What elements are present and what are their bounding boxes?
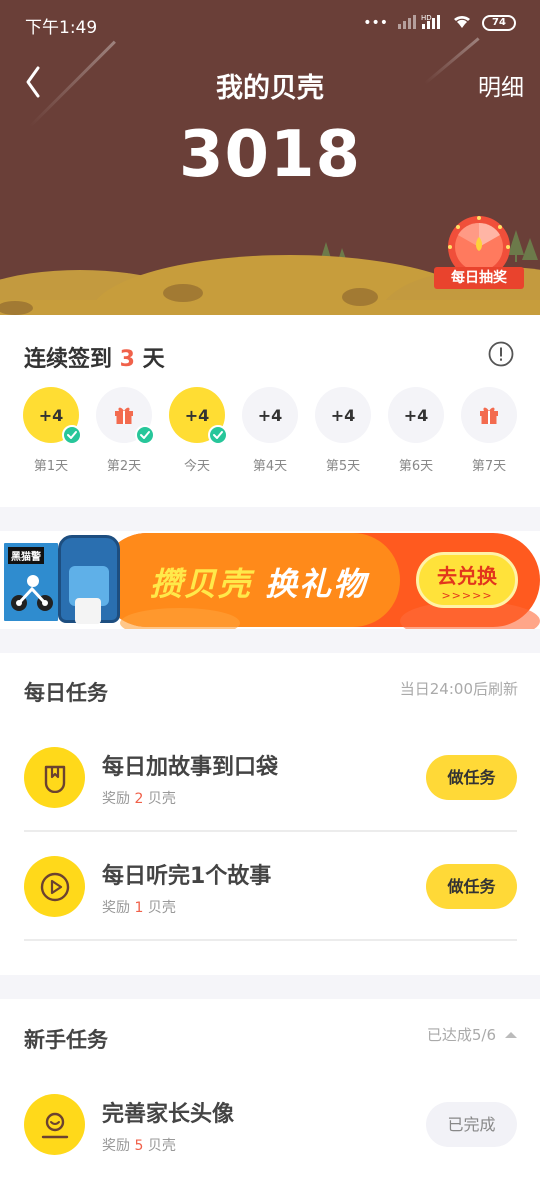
daily-tasks-title: 每日任务 bbox=[24, 681, 108, 705]
checkin-day-circle bbox=[96, 387, 155, 445]
checkin-day-label: 第1天 bbox=[33, 459, 69, 474]
reward-prefix: 奖励 bbox=[102, 791, 135, 807]
exchange-button-label: 去兑换 bbox=[437, 564, 497, 588]
checkin-day-3: +4 今天 bbox=[169, 387, 228, 474]
do-task-button[interactable]: 做任务 bbox=[426, 755, 517, 800]
header: 下午1:49 ••• HD 74 我的贝壳 明细 3018 每日抽奖 bbox=[0, 0, 540, 315]
checkmark-icon bbox=[135, 425, 155, 445]
checkin-day-label: 第7天 bbox=[471, 459, 507, 474]
divider bbox=[24, 939, 517, 941]
task-name: 完善家长头像 bbox=[102, 1102, 235, 1127]
section-gap bbox=[0, 629, 540, 653]
checkmark-icon bbox=[62, 425, 82, 445]
notification-dots-icon: ••• bbox=[363, 15, 388, 31]
checkin-day-6: +4 第6天 bbox=[388, 387, 444, 474]
checkin-day-circle bbox=[461, 387, 517, 443]
checkin-day-circle: +4 bbox=[315, 387, 371, 443]
checkin-day-circle: +4 bbox=[388, 387, 444, 443]
lottery-label: 每日抽奖 bbox=[434, 267, 524, 289]
chevron-up-icon bbox=[505, 1031, 517, 1038]
cube-toy-image bbox=[75, 598, 101, 624]
status-bar: 下午1:49 ••• HD 74 bbox=[0, 0, 540, 48]
newbie-progress: 已达成5/6 bbox=[426, 1026, 496, 1044]
checkin-day-circle: +4 bbox=[23, 387, 82, 445]
svg-text:HD: HD bbox=[421, 14, 432, 22]
newbie-tasks-title: 新手任务 bbox=[24, 1028, 108, 1052]
battery-icon: 74 bbox=[482, 15, 516, 31]
divider bbox=[24, 830, 517, 832]
reward-prefix: 奖励 bbox=[102, 900, 135, 916]
banner-slogan: 攒贝壳 换礼物 bbox=[150, 559, 367, 605]
detail-link[interactable]: 明细 bbox=[478, 68, 524, 102]
status-time: 下午1:49 bbox=[25, 18, 98, 38]
task-name: 每日听完1个故事 bbox=[102, 864, 272, 889]
task-reward: 奖励 2 贝壳 bbox=[102, 788, 176, 808]
checkin-day-7: 第7天 bbox=[461, 387, 517, 474]
checkin-day-points: +4 bbox=[257, 405, 283, 425]
info-icon bbox=[488, 341, 514, 367]
reward-suffix: 贝壳 bbox=[143, 900, 176, 916]
exchange-button[interactable]: 去兑换 >>>>> bbox=[416, 552, 518, 608]
banner-text-2: 换礼物 bbox=[265, 565, 368, 603]
task-listen-story: 每日听完1个故事 奖励 1 贝壳 做任务 bbox=[24, 839, 517, 947]
book-stack-image: 黑猫警 bbox=[2, 541, 60, 623]
checkin-day-2: 第2天 bbox=[96, 387, 155, 474]
checkin-day-points: +4 bbox=[184, 405, 210, 425]
signal-icon: HD bbox=[398, 13, 442, 33]
checkin-day-5: +4 第5天 bbox=[315, 387, 371, 474]
checkin-title-prefix: 连续签到 bbox=[24, 347, 120, 372]
checkin-day-label: 第5天 bbox=[325, 459, 361, 474]
checkin-day-label: 第2天 bbox=[106, 459, 142, 474]
daily-refresh-note: 当日24:00后刷新 bbox=[399, 680, 518, 698]
wifi-icon bbox=[452, 13, 472, 33]
checkin-day-circle: +4 bbox=[242, 387, 298, 443]
play-icon bbox=[24, 856, 85, 917]
daily-lottery-button[interactable]: 每日抽奖 bbox=[430, 215, 528, 293]
checkmark-icon bbox=[208, 425, 228, 445]
checkin-day-circle: +4 bbox=[169, 387, 228, 445]
task-reward: 奖励 5 贝壳 bbox=[102, 1135, 176, 1155]
task-completed-button[interactable]: 已完成 bbox=[426, 1102, 517, 1147]
do-task-button[interactable]: 做任务 bbox=[426, 864, 517, 909]
checkin-days-count: 3 bbox=[119, 347, 135, 372]
checkin-day-1: +4 第1天 bbox=[23, 387, 82, 474]
backpack-image bbox=[58, 535, 120, 624]
banner-text-1: 攒贝壳 bbox=[150, 565, 253, 603]
task-name: 每日加故事到口袋 bbox=[102, 755, 279, 780]
checkin-day-label: 第4天 bbox=[252, 459, 288, 474]
exchange-gift-banner[interactable]: 黑猫警 攒贝壳 换礼物 去兑换 >>>>> bbox=[0, 531, 540, 629]
checkin-day-points: +4 bbox=[38, 405, 64, 425]
checkin-day-label: 今天 bbox=[183, 459, 210, 474]
exchange-arrows: >>>>> bbox=[441, 589, 493, 602]
task-parent-avatar: 完善家长头像 奖励 5 贝壳 已完成 bbox=[24, 1077, 517, 1185]
reward-suffix: 贝壳 bbox=[143, 1138, 176, 1154]
checkin-title: 连续签到 3 天 bbox=[24, 341, 165, 373]
checkin-day-points: +4 bbox=[330, 405, 356, 425]
motorcycle-icon bbox=[11, 575, 53, 611]
checkin-title-suffix: 天 bbox=[134, 347, 165, 372]
shell-score: 3018 bbox=[178, 118, 362, 192]
checkin-day-4: +4 第4天 bbox=[242, 387, 298, 474]
newbie-progress-toggle[interactable]: 已达成5/6 bbox=[427, 1024, 518, 1045]
reward-prefix: 奖励 bbox=[102, 1138, 135, 1154]
checkin-day-label: 第6天 bbox=[398, 459, 434, 474]
section-gap bbox=[0, 975, 540, 999]
pocket-icon bbox=[24, 747, 85, 808]
reward-suffix: 贝壳 bbox=[143, 791, 176, 807]
gift-icon bbox=[115, 407, 133, 424]
info-button[interactable] bbox=[488, 341, 514, 367]
book-label: 黑猫警 bbox=[8, 547, 44, 564]
section-gap bbox=[0, 507, 540, 531]
page-title: 我的贝壳 bbox=[216, 73, 324, 104]
checkin-day-points: +4 bbox=[403, 405, 429, 425]
gift-icon bbox=[480, 407, 498, 424]
avatar-icon bbox=[24, 1094, 85, 1155]
task-reward: 奖励 1 贝壳 bbox=[102, 897, 176, 917]
task-add-story: 每日加故事到口袋 奖励 2 贝壳 做任务 bbox=[24, 730, 517, 838]
